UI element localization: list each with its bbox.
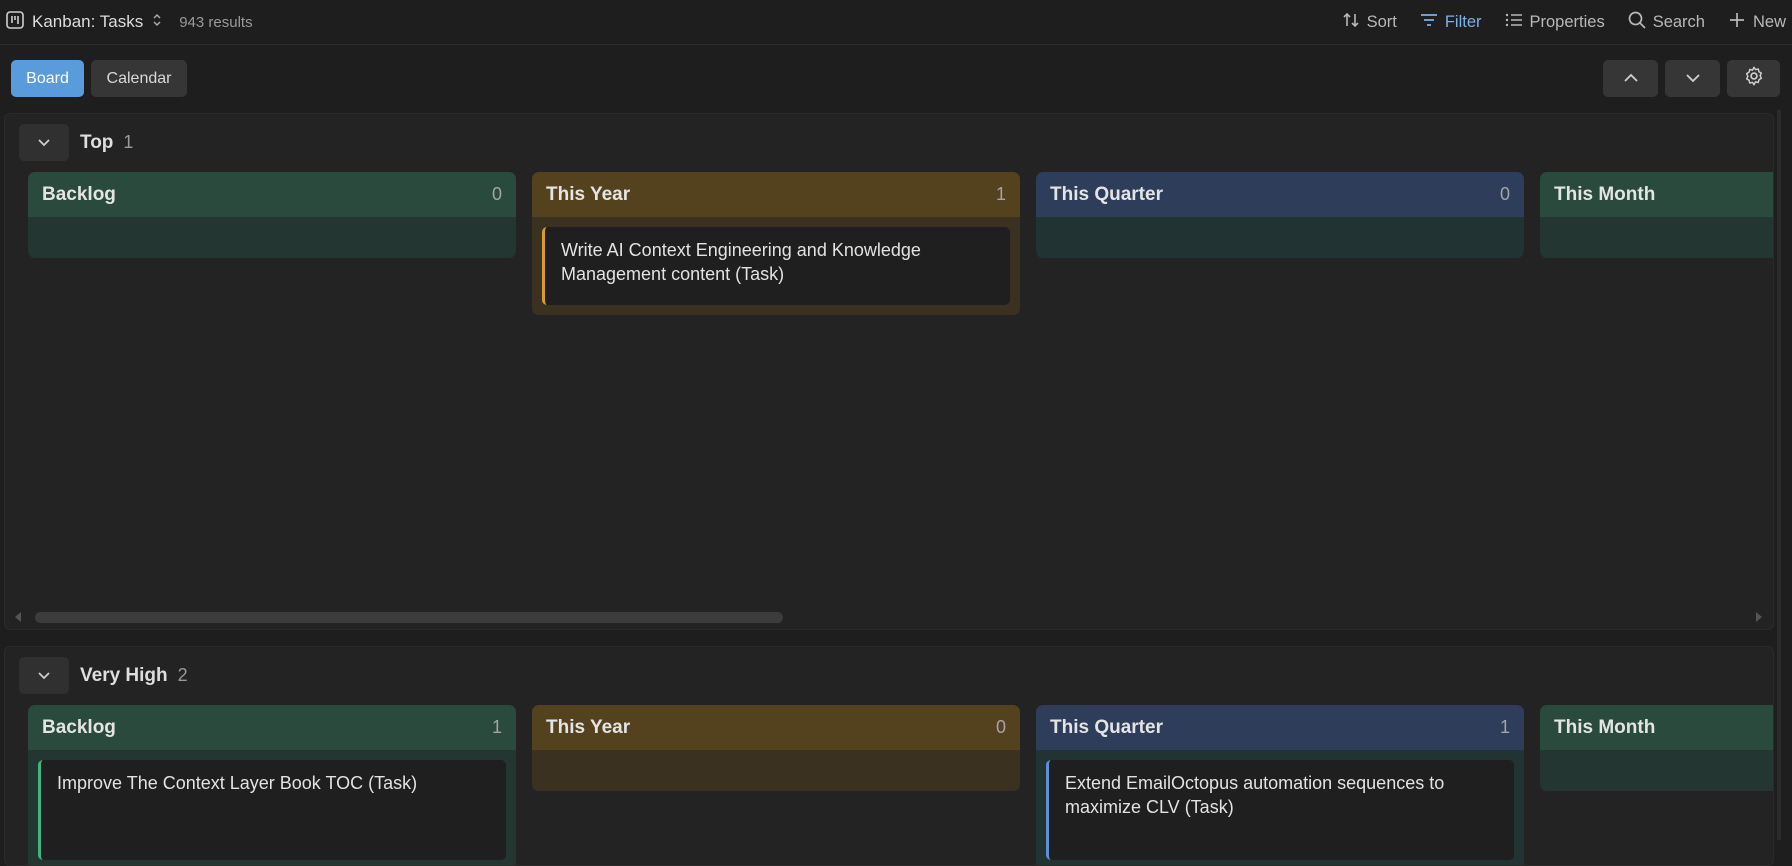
settings-button[interactable] — [1727, 60, 1780, 97]
column-this-year: This Year 0 — [532, 705, 1020, 791]
gear-icon — [1743, 65, 1765, 92]
search-label: Search — [1652, 12, 1705, 31]
vertical-scrollbar[interactable] — [1777, 110, 1781, 840]
kanban-icon — [6, 10, 24, 34]
group-top: Top 1 Backlog 0 This Year 1 Write AI Con… — [4, 113, 1774, 630]
group-header: Top 1 — [19, 124, 133, 161]
column-count: 1 — [995, 184, 1006, 204]
column-this-quarter: This Quarter 0 — [1036, 172, 1524, 258]
task-card[interactable]: Improve The Context Layer Book TOC (Task… — [38, 760, 506, 860]
column-dropzone[interactable] — [1540, 750, 1773, 791]
horizontal-scrollbar[interactable] — [13, 611, 1768, 623]
plus-icon — [1727, 10, 1747, 35]
scroll-left-icon[interactable] — [15, 612, 21, 622]
group-very-high: Very High 2 Backlog 1 Improve The Contex… — [4, 646, 1774, 866]
scroll-right-icon[interactable] — [1756, 612, 1762, 622]
column-this-quarter: This Quarter 1 Extend EmailOctopus autom… — [1036, 705, 1524, 865]
column-this-month: This Month — [1540, 705, 1773, 791]
column-title: This Year — [546, 183, 631, 205]
new-button[interactable]: New — [1727, 10, 1786, 35]
group-collapse-button[interactable] — [19, 124, 69, 161]
sort-button[interactable]: Sort — [1341, 10, 1397, 35]
column-header[interactable]: Backlog 0 — [28, 172, 516, 217]
view-switcher[interactable]: Kanban: Tasks — [6, 10, 163, 34]
group-collapse-button[interactable] — [19, 657, 69, 694]
filter-icon — [1419, 10, 1439, 35]
column-header[interactable]: This Month — [1540, 172, 1773, 217]
column-header[interactable]: This Year 1 — [532, 172, 1020, 217]
column-dropzone[interactable] — [28, 217, 516, 258]
results-count: 943 results — [179, 13, 253, 31]
column-this-month: This Month — [1540, 172, 1773, 258]
column-dropzone[interactable]: Extend EmailOctopus automation sequences… — [1036, 750, 1524, 865]
search-button[interactable]: Search — [1627, 10, 1705, 35]
column-this-year: This Year 1 Write AI Context Engineering… — [532, 172, 1020, 315]
toolbar: Sort Filter Properties Search New — [1341, 10, 1786, 35]
column-count: 0 — [995, 717, 1006, 737]
column-title: This Quarter — [1050, 183, 1163, 205]
filter-label: Filter — [1444, 12, 1482, 31]
view-bar: Board Calendar — [0, 45, 1792, 113]
task-card[interactable]: Write AI Context Engineering and Knowled… — [542, 227, 1010, 305]
chevron-down-icon — [37, 134, 51, 152]
column-title: Backlog — [42, 716, 116, 738]
column-dropzone[interactable]: Improve The Context Layer Book TOC (Task… — [28, 750, 516, 865]
column-backlog: Backlog 0 — [28, 172, 516, 258]
new-label: New — [1752, 12, 1786, 31]
group-count: 1 — [123, 132, 134, 152]
column-backlog: Backlog 1 Improve The Context Layer Book… — [28, 705, 516, 865]
scrollbar-thumb[interactable] — [35, 612, 783, 623]
calendar-tab[interactable]: Calendar — [91, 60, 187, 97]
column-dropzone[interactable]: Write AI Context Engineering and Knowled… — [532, 217, 1020, 315]
board-tab[interactable]: Board — [11, 60, 84, 97]
column-header[interactable]: This Year 0 — [532, 705, 1020, 750]
column-header[interactable]: This Quarter 1 — [1036, 705, 1524, 750]
column-dropzone[interactable] — [532, 750, 1020, 791]
column-count: 1 — [491, 717, 502, 737]
sort-label: Sort — [1366, 12, 1397, 31]
column-header[interactable]: Backlog 1 — [28, 705, 516, 750]
sort-icon — [1341, 10, 1361, 35]
group-count: 2 — [177, 665, 188, 685]
column-title: This Quarter — [1050, 716, 1163, 738]
expand-all-button[interactable] — [1665, 60, 1720, 97]
column-header[interactable]: This Quarter 0 — [1036, 172, 1524, 217]
column-count: 0 — [491, 184, 502, 204]
page-title: Kanban: Tasks — [32, 12, 144, 31]
column-count: 1 — [1499, 717, 1510, 737]
filter-button[interactable]: Filter — [1419, 10, 1482, 35]
properties-label: Properties — [1529, 12, 1605, 31]
column-title: Backlog — [42, 183, 116, 205]
column-title: This Month — [1554, 716, 1656, 738]
chevron-down-icon — [1685, 70, 1701, 88]
properties-button[interactable]: Properties — [1504, 10, 1605, 35]
task-card[interactable]: Extend EmailOctopus automation sequences… — [1046, 760, 1514, 860]
column-title: This Year — [546, 716, 631, 738]
list-icon — [1504, 10, 1524, 35]
top-bar: Kanban: Tasks 943 results Sort Filter Pr… — [0, 0, 1792, 45]
column-title: This Month — [1554, 183, 1656, 205]
chevron-down-icon — [37, 667, 51, 685]
search-icon — [1627, 10, 1647, 35]
column-header[interactable]: This Month — [1540, 705, 1773, 750]
column-count: 0 — [1499, 184, 1510, 204]
group-header: Very High 2 — [19, 657, 188, 694]
group-name: Top — [80, 131, 114, 153]
chevron-up-icon — [1623, 70, 1639, 88]
chevron-updown-icon — [151, 12, 163, 33]
collapse-all-button[interactable] — [1603, 60, 1658, 97]
group-name: Very High — [80, 664, 168, 686]
column-dropzone[interactable] — [1540, 217, 1773, 258]
column-dropzone[interactable] — [1036, 217, 1524, 258]
